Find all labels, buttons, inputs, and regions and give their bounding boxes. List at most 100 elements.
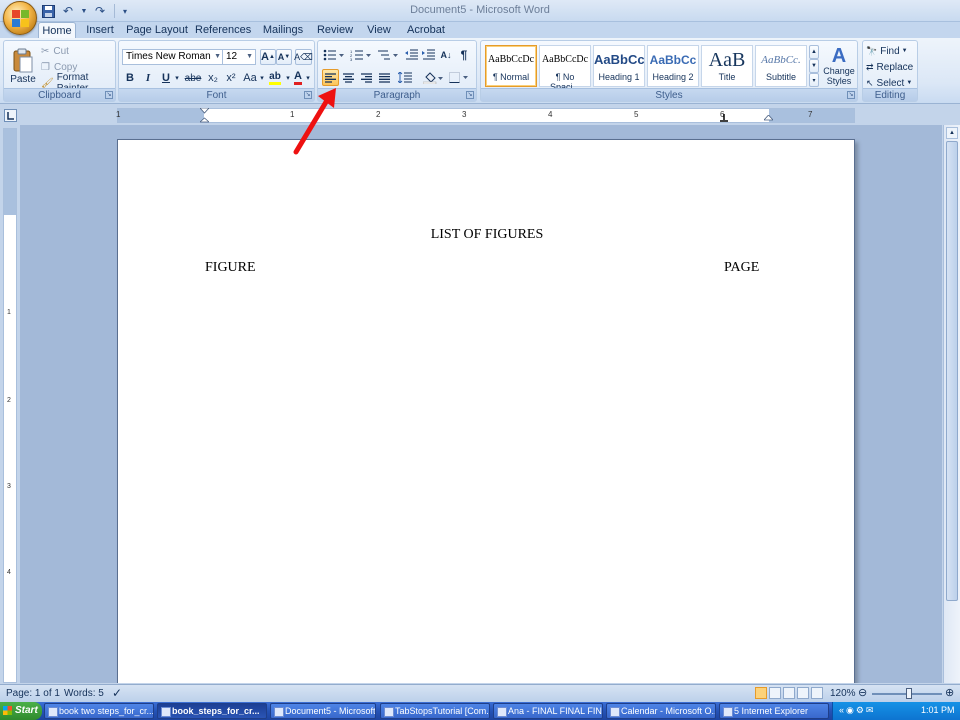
replace-icon: ⇄ <box>866 61 874 72</box>
borders-button[interactable] <box>447 69 471 86</box>
taskbar-item[interactable]: book two steps_for_cr... <box>44 703 154 719</box>
scissors-icon: ✂ <box>41 45 50 57</box>
align-right-button[interactable] <box>358 69 375 86</box>
clock[interactable]: 1:01 PM <box>921 705 955 715</box>
change-styles-button[interactable]: A Change Styles <box>821 43 857 89</box>
horizontal-ruler[interactable]: 1 1 2 3 4 5 6 7 <box>116 108 855 124</box>
font-name-combo[interactable]: Times New Roman ▼ <box>122 49 224 65</box>
italic-button[interactable]: I <box>141 70 155 86</box>
taskbar-item[interactable]: book_steps_for_cr... <box>157 703 267 719</box>
zoom-level[interactable]: 120% <box>830 688 856 699</box>
tab-view[interactable]: View <box>364 22 394 39</box>
styles-launcher-icon[interactable]: ↘ <box>847 91 855 99</box>
tab-selector-icon[interactable] <box>4 109 17 122</box>
highlight-button[interactable]: ab <box>265 70 285 86</box>
zoom-out-icon[interactable]: ⊖ <box>858 686 867 699</box>
tab-mailings[interactable]: Mailings <box>260 22 306 39</box>
style-heading-1[interactable]: AaBbCc Heading 1 <box>593 45 645 87</box>
change-case-button[interactable]: Aa <box>241 70 259 86</box>
clear-formatting-icon: A⌫ <box>294 51 313 62</box>
find-button[interactable]: 🔭 Find ▼ <box>866 44 908 58</box>
chevron-down-icon: ▼ <box>246 53 253 60</box>
clipboard-launcher-icon[interactable]: ↘ <box>105 91 113 99</box>
right-indent-marker-icon[interactable] <box>764 115 773 123</box>
taskbar-item[interactable]: 5 Internet Explorer <box>719 703 829 719</box>
office-button[interactable] <box>3 1 37 35</box>
paste-icon <box>13 48 33 72</box>
ruler-left-margin <box>118 109 204 122</box>
styles-scroll-down-icon[interactable]: ▼ <box>809 59 819 73</box>
web-layout-icon[interactable] <box>783 687 795 699</box>
styles-scroll-up-icon[interactable]: ▲ <box>809 45 819 59</box>
tab-home[interactable]: Home <box>38 22 76 39</box>
full-screen-reading-icon[interactable] <box>769 687 781 699</box>
replace-button[interactable]: ⇄ Replace <box>866 60 913 74</box>
ruler-number: 2 <box>376 110 381 119</box>
print-layout-icon[interactable] <box>755 687 767 699</box>
zoom-in-icon[interactable]: ⊕ <box>945 686 954 699</box>
select-label: Select <box>876 77 905 89</box>
bullets-button[interactable] <box>321 47 347 63</box>
increase-indent-button[interactable] <box>420 47 436 63</box>
styles-more-icon[interactable]: ▾ <box>809 73 819 87</box>
scroll-up-icon[interactable]: ▲ <box>946 127 958 139</box>
cursor-icon: ↖ <box>866 77 874 88</box>
tray-icons[interactable]: «◉⚙✉ <box>839 705 875 716</box>
tab-acrobat[interactable]: Acrobat <box>404 22 448 39</box>
style-subtitle[interactable]: AaBbCc. Subtitle <box>755 45 807 87</box>
underline-dropdown-icon[interactable]: ▾ <box>173 70 181 86</box>
taskbar-item[interactable]: Document5 - Microsoft... <box>270 703 376 719</box>
sort-button[interactable]: A↓ <box>438 47 454 63</box>
style-normal[interactable]: AaBbCcDc ¶ Normal <box>485 45 537 87</box>
underline-button[interactable]: U <box>159 70 173 86</box>
decrease-indent-button[interactable] <box>403 47 419 63</box>
scroll-thumb[interactable] <box>946 141 958 601</box>
style-name: Heading 1 <box>598 72 640 82</box>
justify-button[interactable] <box>376 69 393 86</box>
subscript-button[interactable]: x₂ <box>205 70 221 86</box>
tab-page-layout[interactable]: Page Layout <box>126 22 188 39</box>
vertical-scrollbar[interactable]: ▲ <box>943 125 960 683</box>
outline-icon[interactable] <box>797 687 809 699</box>
tab-insert[interactable]: Insert <box>82 22 118 39</box>
shading-button[interactable] <box>421 69 445 86</box>
left-indent-marker-icon[interactable] <box>200 108 209 124</box>
taskbar-item[interactable]: Calendar - Microsoft O... <box>606 703 716 719</box>
bullets-icon <box>323 49 344 61</box>
taskbar-item[interactable]: TabStopsTutorial [Com... <box>380 703 490 719</box>
document-page[interactable]: LIST OF FIGURES FIGURE PAGE <box>117 139 855 683</box>
start-button[interactable]: Start <box>0 702 42 720</box>
tab-review[interactable]: Review <box>315 22 355 39</box>
document-area: LIST OF FIGURES FIGURE PAGE <box>20 125 942 683</box>
style-title[interactable]: AaB Title <box>701 45 753 87</box>
align-right-icon <box>361 72 372 83</box>
taskbar-item[interactable]: Ana - FINAL FINAL FIN... <box>493 703 603 719</box>
cut-button[interactable]: ✂ Cut <box>41 44 69 58</box>
tab-references[interactable]: References <box>195 22 251 39</box>
center-tab-stop-icon[interactable] <box>720 114 728 122</box>
clear-formatting-button[interactable]: A⌫ <box>294 49 313 65</box>
zoom-slider-thumb[interactable] <box>906 688 912 699</box>
font-size-combo[interactable]: 12 ▼ <box>222 49 256 65</box>
grow-font-button[interactable]: A ▲ <box>260 49 276 65</box>
numbering-button[interactable]: 123 <box>348 47 374 63</box>
bold-button[interactable]: B <box>123 70 137 86</box>
replace-label: Replace <box>876 61 914 73</box>
line-spacing-button[interactable] <box>396 69 418 86</box>
page-count[interactable]: Page: 1 of 1 <box>6 688 60 699</box>
proofing-icon[interactable]: ✓ <box>112 686 122 700</box>
shrink-font-button[interactable]: A ▼ <box>276 49 292 65</box>
paste-button[interactable]: Paste <box>8 43 38 89</box>
show-hide-button[interactable]: ¶ <box>456 47 472 63</box>
style-no-spacing[interactable]: AaBbCcDc ¶ No Spaci... <box>539 45 591 92</box>
style-heading-2[interactable]: AaBbCc Heading 2 <box>647 45 699 87</box>
ribbon: Paste ✂Cut ❐Copy 🖌Format Painter Clipboa… <box>0 38 960 104</box>
strikethrough-button[interactable]: abe <box>183 70 203 86</box>
draft-icon[interactable] <box>811 687 823 699</box>
word-count[interactable]: Words: 5 <box>64 688 104 699</box>
multilevel-list-button[interactable] <box>375 47 401 63</box>
cut-label: Cut <box>53 45 69 57</box>
superscript-button[interactable]: x² <box>223 70 239 86</box>
vertical-ruler[interactable]: 1 2 3 4 <box>3 128 17 683</box>
paragraph-launcher-icon[interactable]: ↘ <box>466 91 474 99</box>
